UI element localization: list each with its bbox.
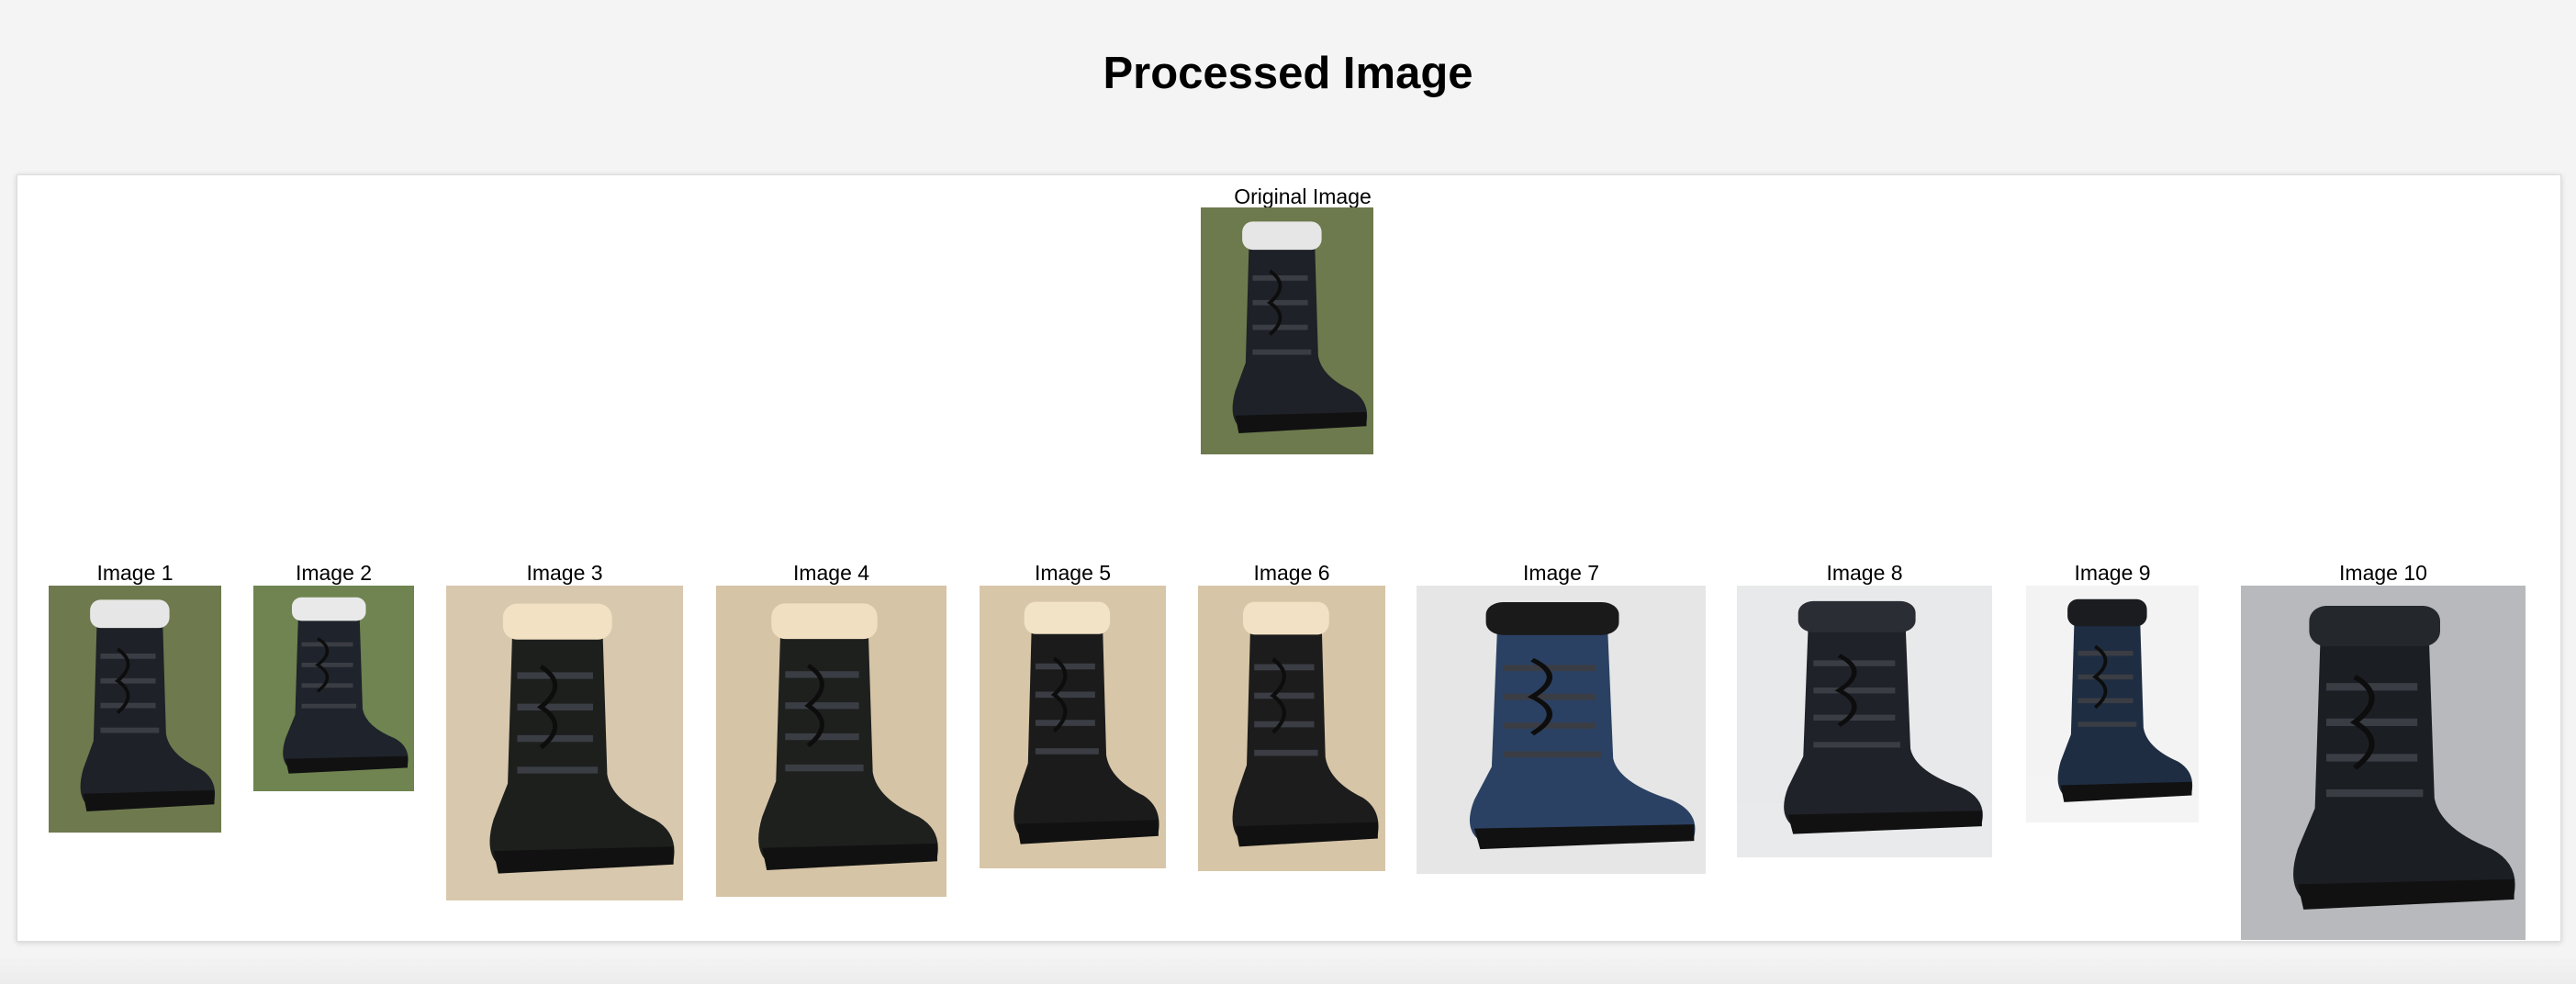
- results-panel: Original Image Image 1 Image 2 Image 3 I…: [17, 174, 2561, 942]
- image-8[interactable]: [1737, 586, 1992, 857]
- image-4-caption: Image 4: [792, 561, 870, 585]
- image-4[interactable]: [716, 586, 946, 897]
- boot-photo-icon: [1417, 586, 1706, 874]
- boot-photo-icon: [1198, 586, 1385, 871]
- image-5[interactable]: [980, 586, 1166, 868]
- original-image[interactable]: [1201, 207, 1373, 454]
- boot-photo-icon: [2241, 586, 2526, 940]
- image-1[interactable]: [49, 586, 221, 833]
- page-bottom-shade: [0, 955, 2576, 984]
- boot-photo-icon: [253, 586, 414, 791]
- image-5-caption: Image 5: [1034, 561, 1112, 585]
- image-9[interactable]: [2026, 586, 2199, 822]
- boot-photo-icon: [716, 586, 946, 897]
- page-title: Processed Image: [1103, 49, 1473, 98]
- image-3[interactable]: [446, 586, 683, 900]
- boot-photo-icon: [446, 586, 683, 900]
- image-7-caption: Image 7: [1522, 561, 1600, 585]
- boot-photo-icon: [49, 586, 221, 833]
- boot-photo-icon: [1201, 207, 1373, 454]
- boot-photo-icon: [980, 586, 1166, 868]
- image-6-caption: Image 6: [1253, 561, 1330, 585]
- image-10-caption: Image 10: [2339, 561, 2427, 585]
- image-3-caption: Image 3: [526, 561, 603, 585]
- original-image-caption: Original Image: [1234, 184, 1372, 208]
- image-1-caption: Image 1: [96, 561, 174, 585]
- image-6[interactable]: [1198, 586, 1385, 871]
- image-8-caption: Image 8: [1826, 561, 1903, 585]
- image-7[interactable]: [1417, 586, 1706, 874]
- boot-photo-icon: [2026, 586, 2199, 822]
- image-2-caption: Image 2: [295, 561, 373, 585]
- image-2[interactable]: [253, 586, 414, 791]
- boot-photo-icon: [1737, 586, 1992, 857]
- image-10[interactable]: [2241, 586, 2526, 940]
- image-9-caption: Image 9: [2074, 561, 2151, 585]
